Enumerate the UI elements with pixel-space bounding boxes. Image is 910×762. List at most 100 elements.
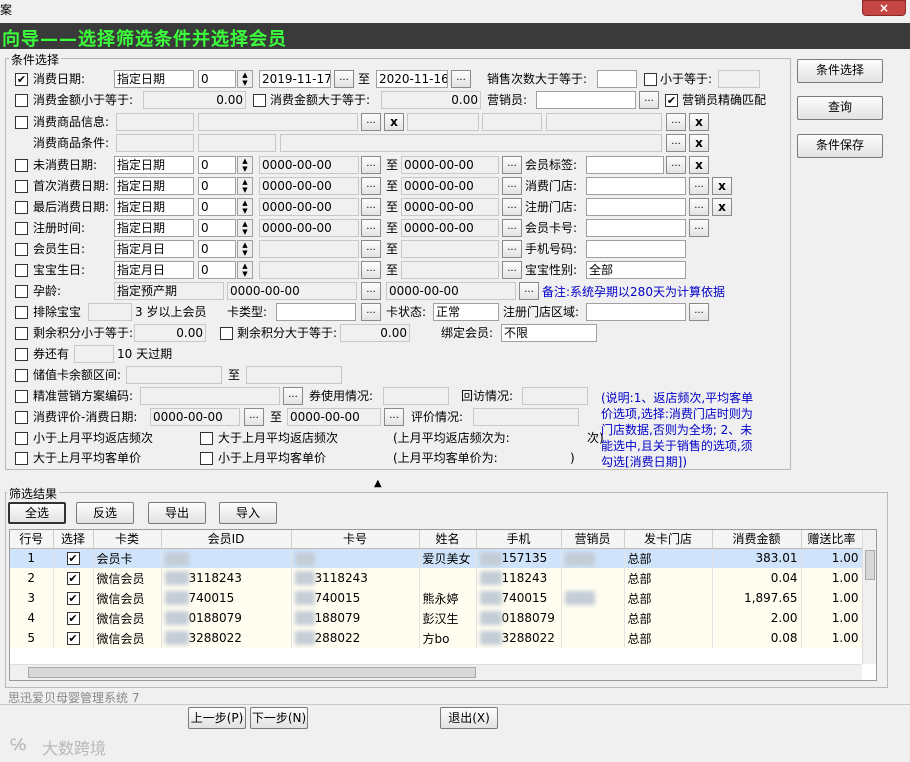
spin-arrows-icon[interactable]: ▲ ▼ bbox=[237, 198, 253, 216]
seller-picker[interactable]: ... bbox=[639, 91, 659, 109]
consume-date-to-picker[interactable]: ... bbox=[451, 70, 471, 88]
lt-freq-checkbox[interactable] bbox=[15, 432, 28, 445]
invert-select-button[interactable]: 反选 bbox=[76, 502, 134, 524]
coupon-expire-checkbox[interactable] bbox=[15, 348, 28, 361]
count-ge-input[interactable] bbox=[597, 70, 637, 88]
consume-date-to[interactable]: 2020-11-16 bbox=[376, 70, 448, 88]
select-all-button[interactable]: 全选 bbox=[8, 502, 66, 524]
member-birthday-from[interactable] bbox=[259, 240, 359, 258]
condition-save-button[interactable]: 条件保存 bbox=[797, 134, 883, 158]
baby-birthday-num[interactable]: 0 bbox=[198, 261, 236, 279]
product-info-b[interactable] bbox=[198, 113, 358, 131]
seller-exact-checkbox[interactable]: ✔ bbox=[665, 94, 678, 107]
close-button[interactable]: × bbox=[862, 0, 906, 16]
product-cond-a[interactable] bbox=[116, 134, 194, 152]
balance-range-from[interactable] bbox=[126, 366, 222, 384]
product-info-clear[interactable]: x bbox=[384, 113, 404, 131]
amount-gt-checkbox[interactable] bbox=[253, 94, 266, 107]
count-le-input[interactable] bbox=[718, 70, 760, 88]
col-header[interactable]: 卡类 bbox=[93, 530, 162, 549]
collapse-arrow-icon[interactable]: ▲ bbox=[374, 478, 382, 489]
next-button[interactable]: 下一步(N) bbox=[250, 707, 308, 729]
consume-store-input[interactable] bbox=[586, 177, 686, 195]
card-type-input[interactable] bbox=[276, 303, 356, 321]
member-tag-input[interactable] bbox=[586, 156, 664, 174]
col-header[interactable]: 姓名 bbox=[419, 530, 477, 549]
vertical-scrollbar[interactable] bbox=[862, 530, 876, 664]
points-lt-input[interactable]: 0.00 bbox=[134, 324, 206, 342]
spin-arrows-icon[interactable]: ▲ ▼ bbox=[237, 156, 253, 174]
member-tag-clear[interactable]: x bbox=[689, 156, 709, 174]
member-birthday-from-picker[interactable]: ... bbox=[361, 240, 381, 258]
unconsumed-num[interactable]: 0 bbox=[198, 156, 236, 174]
col-header[interactable]: 消费金额 bbox=[712, 530, 802, 549]
consume-store-picker[interactable]: ... bbox=[689, 177, 709, 195]
register-time-from-picker[interactable]: ... bbox=[361, 219, 381, 237]
table-row[interactable]: 4 ✔ 微信会员 0188079 188079 彭汉生 0188079 总部 2… bbox=[10, 608, 863, 628]
col-header[interactable]: 手机 bbox=[476, 530, 562, 549]
register-time-checkbox[interactable] bbox=[15, 222, 28, 235]
member-birthday-checkbox[interactable] bbox=[15, 243, 28, 256]
consume-date-checkbox[interactable]: ✔ bbox=[15, 73, 28, 86]
bind-member-select[interactable]: 不限 bbox=[501, 324, 597, 342]
reg-store-input[interactable] bbox=[586, 198, 686, 216]
reg-area-picker[interactable]: ... bbox=[689, 303, 709, 321]
consume-date-mode[interactable]: 指定日期 bbox=[114, 70, 194, 88]
product-cond-b[interactable] bbox=[198, 134, 276, 152]
phone-input[interactable] bbox=[586, 240, 686, 258]
spin-arrows-icon[interactable]: ▲ ▼ bbox=[237, 70, 253, 88]
baby-gender-select[interactable]: 全部 bbox=[586, 261, 686, 279]
import-button[interactable]: 导入 bbox=[219, 502, 277, 524]
member-birthday-num[interactable]: 0 bbox=[198, 240, 236, 258]
unconsumed-to-picker[interactable]: ... bbox=[502, 156, 522, 174]
seller-input[interactable] bbox=[536, 91, 636, 109]
product-info-c[interactable] bbox=[407, 113, 479, 131]
unconsumed-from-picker[interactable]: ... bbox=[361, 156, 381, 174]
consume-date-num[interactable]: 0 bbox=[198, 70, 236, 88]
unconsumed-mode[interactable]: 指定日期 bbox=[114, 156, 194, 174]
table-row[interactable]: 1 ✔ 会员卡 爱贝美女 157135 总部 383.01 1.00 bbox=[10, 548, 863, 568]
amount-gt-input[interactable]: 0.00 bbox=[381, 91, 481, 109]
balance-range-checkbox[interactable] bbox=[15, 369, 28, 382]
col-header[interactable]: 发卡门店 bbox=[624, 530, 713, 549]
member-tag-picker[interactable]: ... bbox=[666, 156, 686, 174]
consume-store-clear[interactable]: x bbox=[712, 177, 732, 195]
condition-select-button[interactable]: 条件选择 bbox=[797, 59, 883, 83]
first-consume-from-picker[interactable]: ... bbox=[361, 177, 381, 195]
unconsumed-from[interactable]: 0000-00-00 bbox=[259, 156, 359, 174]
unconsumed-to[interactable]: 0000-00-00 bbox=[401, 156, 499, 174]
row-checkbox[interactable]: ✔ bbox=[53, 548, 94, 568]
pregnancy-to-picker[interactable]: ... bbox=[519, 282, 539, 300]
coupon-usage-select[interactable] bbox=[383, 387, 449, 405]
first-consume-from[interactable]: 0000-00-00 bbox=[259, 177, 359, 195]
card-no-picker[interactable]: ... bbox=[689, 219, 709, 237]
last-consume-to-picker[interactable]: ... bbox=[502, 198, 522, 216]
pregnancy-mode[interactable]: 指定预产期 bbox=[114, 282, 224, 300]
last-consume-from[interactable]: 0000-00-00 bbox=[259, 198, 359, 216]
register-time-to-picker[interactable]: ... bbox=[502, 219, 522, 237]
table-row[interactable]: 2 ✔ 微信会员 3118243 3118243 118243 总部 0.04 … bbox=[10, 568, 863, 588]
product-info-picker-2[interactable]: ... bbox=[666, 113, 686, 131]
table-row[interactable]: 3 ✔ 微信会员 740015 740015 熊永婷 740015 总部 1,8… bbox=[10, 588, 863, 608]
last-consume-from-picker[interactable]: ... bbox=[361, 198, 381, 216]
register-time-to[interactable]: 0000-00-00 bbox=[401, 219, 499, 237]
first-consume-to[interactable]: 0000-00-00 bbox=[401, 177, 499, 195]
last-consume-num[interactable]: 0 bbox=[198, 198, 236, 216]
product-info-a[interactable] bbox=[116, 113, 194, 131]
plan-code-picker[interactable]: ... bbox=[283, 387, 303, 405]
member-birthday-to-picker[interactable]: ... bbox=[502, 240, 522, 258]
col-header[interactable]: 卡号 bbox=[291, 530, 420, 549]
consume-date-from-picker[interactable]: ... bbox=[334, 70, 354, 88]
exclude-baby-age-input[interactable] bbox=[88, 303, 132, 321]
product-info-checkbox[interactable] bbox=[15, 116, 28, 129]
col-header[interactable]: 行号 bbox=[10, 530, 54, 549]
table-row[interactable]: 5 ✔ 微信会员 3288022 288022 方bo 3288022 总部 0… bbox=[10, 628, 863, 648]
product-cond-picker[interactable]: ... bbox=[666, 134, 686, 152]
baby-birthday-to[interactable] bbox=[401, 261, 499, 279]
row-checkbox[interactable]: ✔ bbox=[53, 608, 94, 628]
evaluation-from-picker[interactable]: ... bbox=[244, 408, 264, 426]
reg-store-clear[interactable]: x bbox=[712, 198, 732, 216]
gt-price-checkbox[interactable] bbox=[15, 452, 28, 465]
plan-code-input[interactable] bbox=[140, 387, 280, 405]
count-le-checkbox[interactable] bbox=[644, 73, 657, 86]
